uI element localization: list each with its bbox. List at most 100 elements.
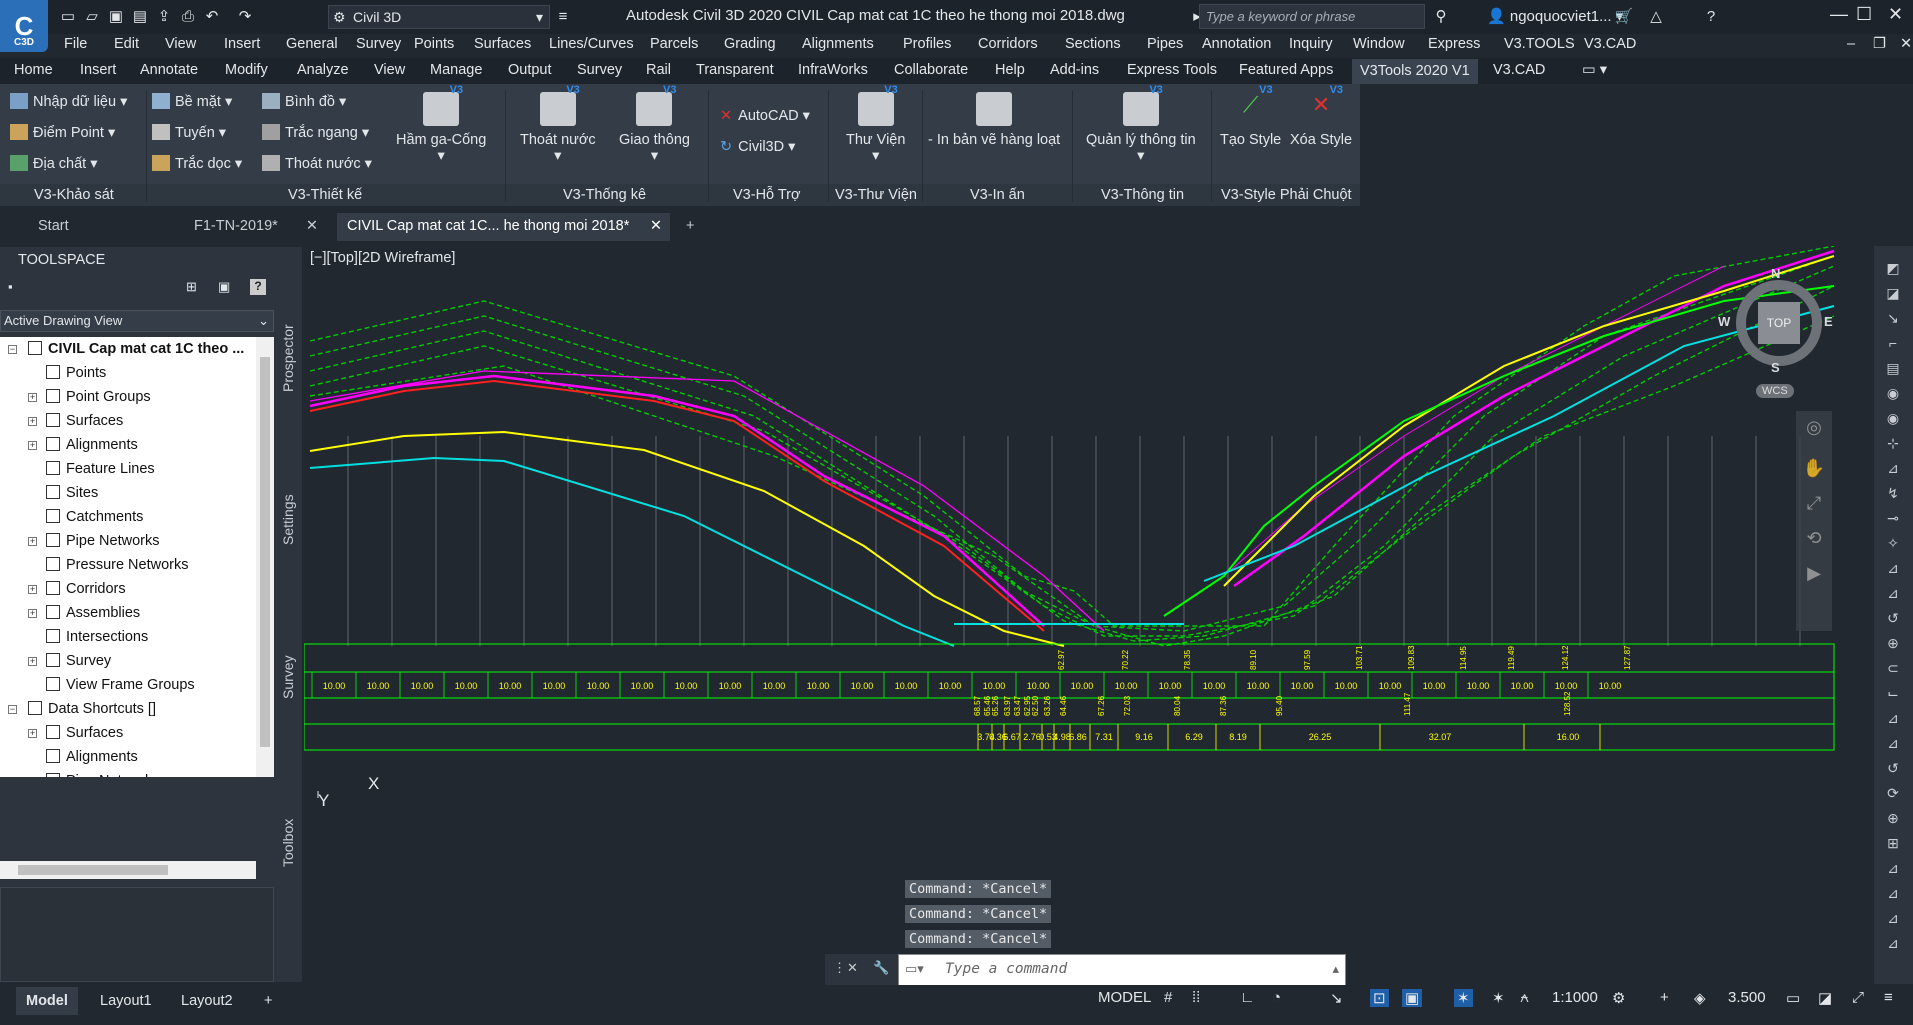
tree-item[interactable]: Sites (46, 485, 98, 501)
tree-expand-toggle[interactable]: + (28, 657, 37, 666)
compass-south[interactable]: S (1771, 360, 1780, 375)
tree-expand-toggle[interactable]: + (28, 417, 37, 426)
user-account[interactable]: 👤 ngoquocviet1... ▾ (1487, 7, 1623, 25)
compass-north[interactable]: N (1771, 266, 1780, 281)
auto-scale-icon[interactable]: ✶ (1492, 989, 1505, 1007)
tree-vertical-scrollbar[interactable] (256, 337, 274, 777)
toolspace-tree-icon[interactable]: ⊞ (186, 279, 197, 295)
workspace-gear-icon[interactable]: ⚙ (1612, 989, 1625, 1007)
giao-thong-button[interactable]: V3 Giao thông ▾ (619, 84, 690, 164)
autocad-button[interactable]: ✕ AutoCAD ▾ (720, 108, 810, 124)
command-grip-icon[interactable]: ⋮ (833, 960, 846, 976)
menu-profiles[interactable]: Profiles (903, 36, 951, 52)
right-toolbar-tool-icon[interactable]: ⊞ (1884, 835, 1902, 853)
tab-rail[interactable]: Rail (646, 62, 671, 78)
selection-cycling-icon[interactable]: ▣ (1402, 989, 1423, 1007)
tab-start[interactable]: Start (28, 213, 178, 241)
menu-window[interactable]: Window (1353, 36, 1405, 52)
menu-sections[interactable]: Sections (1065, 36, 1121, 52)
dia-chat-button[interactable]: Địa chất ▾ (10, 155, 98, 172)
tree-item[interactable]: Pressure Networks (46, 557, 188, 573)
pan-icon[interactable]: ✋ (1796, 458, 1832, 479)
right-toolbar-tool-icon[interactable]: ▤ (1884, 360, 1902, 378)
annotation-scale-icon[interactable]: ⍲ (1520, 989, 1529, 1006)
tree-expand-toggle[interactable]: + (28, 393, 37, 402)
right-toolbar-tool-icon[interactable]: ✧ (1884, 535, 1902, 553)
tab-f1-tn-2019[interactable]: F1-TN-2019* ✕ (184, 213, 326, 241)
xoa-style-button[interactable]: ✕ V3 Xóa Style (1290, 84, 1352, 148)
side-tab-settings[interactable]: Settings (280, 494, 296, 545)
fullscreen-icon[interactable]: ⤢ (1852, 989, 1864, 1006)
right-toolbar-tool-icon[interactable]: ↺ (1884, 610, 1902, 628)
menu-survey[interactable]: Survey (356, 36, 401, 52)
tab-modify[interactable]: Modify (225, 62, 268, 78)
right-toolbar-tool-icon[interactable]: ↘ (1884, 310, 1902, 328)
menu-view[interactable]: View (165, 36, 196, 52)
menu-points[interactable]: Points (414, 36, 454, 52)
quan-ly-thong-tin-button[interactable]: V3 Quản lý thông tin ▾ (1086, 84, 1196, 164)
hardware-icon[interactable]: ▭ (1786, 989, 1800, 1007)
save-icon[interactable]: ▣ (105, 6, 127, 28)
tree-item[interactable]: Surfaces (46, 725, 123, 741)
right-toolbar-tool-icon[interactable]: ⊿ (1884, 735, 1902, 753)
tab-output[interactable]: Output (508, 62, 552, 78)
right-toolbar-tool-icon[interactable]: ⊿ (1884, 560, 1902, 578)
tuyen-button[interactable]: Tuyến ▾ (152, 124, 226, 141)
tree-item[interactable]: Data Shortcuts [] (28, 701, 156, 717)
tab-v3cad[interactable]: V3.CAD (1493, 62, 1545, 78)
right-toolbar-tool-icon[interactable]: ⌙ (1884, 685, 1902, 703)
be-mat-button[interactable]: Bề mặt ▾ (152, 93, 232, 110)
tao-style-button[interactable]: ⟋ V3 Tạo Style (1220, 84, 1281, 148)
thu-vien-button[interactable]: V3 Thư Viện ▾ (846, 84, 905, 164)
wcs-menu[interactable]: WCS (1756, 384, 1794, 398)
tab-view[interactable]: View (374, 62, 405, 78)
right-toolbar-tool-icon[interactable]: ◪ (1884, 285, 1902, 303)
side-tab-survey[interactable]: Survey (280, 655, 296, 699)
scroll-thumb[interactable] (260, 357, 270, 747)
ortho-icon[interactable]: ∟ (1240, 989, 1255, 1006)
right-toolbar-tool-icon[interactable]: ⊂ (1884, 660, 1902, 678)
right-toolbar-tool-icon[interactable]: ↯ (1884, 485, 1902, 503)
wrench-icon[interactable]: 🔧 (873, 960, 889, 976)
thong-ke-thoat-nuoc-button[interactable]: V3 Thoát nước ▾ (520, 84, 596, 164)
menu-grading[interactable]: Grading (724, 36, 776, 52)
ribbon-minimize-icon[interactable]: ▭ ▾ (1582, 62, 1607, 78)
right-toolbar-tool-icon[interactable]: ◉ (1884, 385, 1902, 403)
new-icon[interactable]: ▭ (57, 6, 79, 28)
doc-minimize-icon[interactable]: – (1847, 36, 1855, 52)
right-toolbar-tool-icon[interactable]: ⊹ (1884, 435, 1902, 453)
tree-item[interactable]: Catchments (46, 509, 143, 525)
active-drawing-view-select[interactable]: Active Drawing View ⌄ (0, 310, 274, 332)
isolate-icon[interactable]: ◪ (1818, 989, 1832, 1007)
tree-horizontal-scrollbar[interactable] (0, 861, 256, 879)
drawing-viewport[interactable]: 10.00 10.00 10.00 10.00 10.00 10.00 10.00 10.00… (304, 246, 1874, 984)
right-toolbar-tool-icon[interactable]: ⊿ (1884, 910, 1902, 928)
tree-item[interactable]: View Frame Groups (46, 677, 195, 693)
model-space-toggle[interactable]: MODEL (1098, 989, 1151, 1006)
tree-expand-toggle[interactable]: − (8, 705, 17, 714)
tab-v3tools-2020[interactable]: V3Tools 2020 V1 (1352, 59, 1478, 84)
thoat-nuoc-button[interactable]: Thoát nước ▾ (262, 155, 372, 172)
annotation-scale-select[interactable]: 1:1000 (1552, 989, 1598, 1006)
tab-express-tools[interactable]: Express Tools (1127, 62, 1217, 78)
command-close-icon[interactable]: ✕ (847, 960, 858, 976)
menu-alignments[interactable]: Alignments (802, 36, 874, 52)
osnap-icon[interactable]: ↘ (1330, 989, 1343, 1007)
right-toolbar-tool-icon[interactable]: ⊕ (1884, 810, 1902, 828)
menu-v3cad[interactable]: V3.CAD (1584, 36, 1636, 52)
a360-icon[interactable]: △ (1645, 6, 1667, 28)
tree-item[interactable]: Survey (46, 653, 111, 669)
undo-icon[interactable]: ↶ (201, 6, 223, 28)
grid-icon[interactable]: # (1164, 989, 1172, 1006)
menu-pipes[interactable]: Pipes (1147, 36, 1183, 52)
tree-item[interactable]: Pipe Networks (46, 533, 159, 549)
menu-insert[interactable]: Insert (224, 36, 260, 52)
tab-civil-cap-mat-cat[interactable]: CIVIL Cap mat cat 1C... he thong moi 201… (337, 213, 670, 241)
open-icon[interactable]: ▱ (81, 6, 103, 28)
customize-icon[interactable]: ≡ (1884, 989, 1893, 1006)
new-tab-button[interactable]: + (676, 213, 704, 241)
diem-point-button[interactable]: Điểm Point ▾ (10, 124, 115, 141)
workspace-selector[interactable]: ⚙ Civil 3D ▾ (328, 5, 550, 29)
tab-layout1[interactable]: Layout1 (90, 987, 162, 1015)
trac-doc-button[interactable]: Trắc dọc ▾ (152, 155, 242, 172)
